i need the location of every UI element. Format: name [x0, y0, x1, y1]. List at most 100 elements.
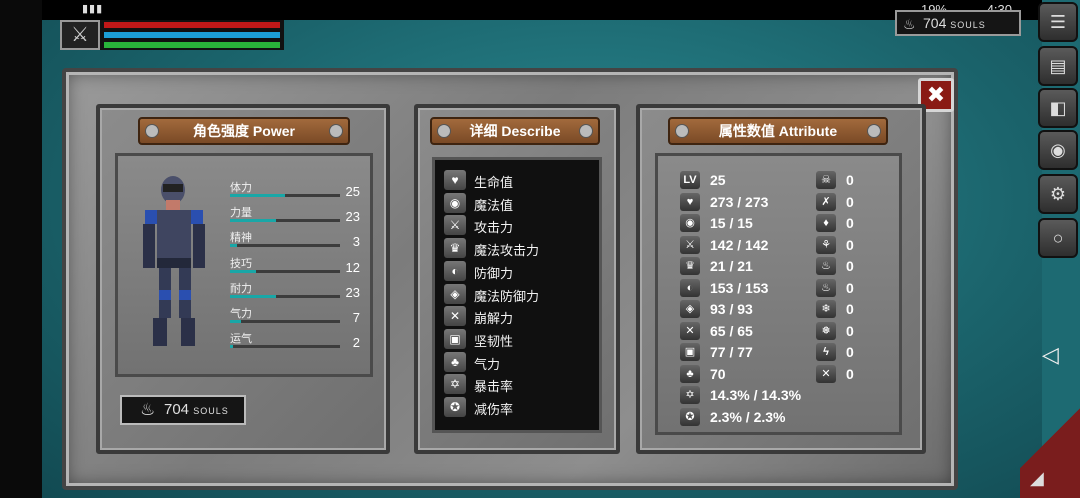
describe-title: 详细 Describe [469, 123, 561, 139]
stat-row: 耐力 23 [230, 280, 360, 302]
describe-label: 防御力 [474, 265, 514, 281]
resistance-value: 0 [846, 193, 854, 210]
health-bar [104, 22, 280, 28]
fire-icon: ♨ [816, 257, 836, 275]
equipped-weapon-icon[interactable]: ⚔ [60, 20, 100, 50]
describe-item: ◉ 魔法值 [444, 192, 594, 215]
sword-icon: ⚔ [444, 215, 466, 236]
attribute-value: 15 / 15 [710, 215, 753, 231]
resistance-item: ⚘ 0 [816, 235, 876, 256]
backpack-icon: ▤ [1049, 56, 1067, 76]
back-triangle-icon[interactable]: ◁ [1042, 342, 1059, 368]
frost-icon: ❄ [816, 300, 836, 318]
heart-icon: ♥ [444, 170, 466, 190]
bolt-icon [867, 124, 881, 138]
helmet-icon: ▣ [444, 328, 466, 349]
armor-icon: ◧ [1049, 98, 1067, 118]
stat-value: 3 [352, 234, 360, 250]
menu-list-button[interactable]: ☰ [1038, 2, 1078, 42]
stat-bar [230, 294, 340, 298]
flame-icon: ♨ [903, 16, 916, 32]
bolt-icon [145, 124, 159, 138]
resistance-value: 0 [846, 215, 854, 231]
resistance-item: ♨ 0 [816, 278, 876, 299]
bolt-icon [329, 124, 343, 138]
settings-button[interactable]: ⚙ [1038, 174, 1078, 214]
describe-item: ✕ 崩解力 [444, 306, 594, 328]
attribute-item: ◉ 15 / 15 [680, 214, 820, 234]
stat-label: 力量 [230, 207, 252, 220]
stamina-bar [104, 42, 280, 48]
crossbones-icon: ✗ [816, 192, 836, 211]
describe-item: ◐ 防御力 [444, 260, 594, 283]
attribute-item: LV 25 [680, 171, 820, 191]
search-button[interactable]: ○ [1038, 218, 1078, 258]
stat-bar-fill [230, 320, 241, 323]
bolt-icon [437, 124, 451, 138]
resistance-value: 0 [846, 344, 854, 360]
mana-icon: ◉ [680, 214, 700, 232]
stat-bar [230, 345, 340, 349]
describe-label: 暴击率 [474, 379, 514, 395]
describe-label: 崩解力 [474, 311, 514, 327]
view-button[interactable]: ◉ [1038, 130, 1078, 170]
attribute-title: 属性数值 Attribute [718, 123, 838, 139]
attribute-item: ♣ 70 [680, 364, 820, 385]
resistance-item: ☠ 0 [816, 171, 876, 191]
attribute-value: 25 [710, 172, 726, 188]
stat-bar [230, 194, 340, 197]
stat-row: 气力 7 [230, 305, 360, 327]
skull-icon: ☠ [816, 171, 836, 189]
screen-edge [0, 0, 42, 498]
attribute-item: ♛ 21 / 21 [680, 257, 820, 277]
attribute-value: 142 / 142 [710, 236, 769, 253]
magic-shield-icon: ◈ [444, 283, 466, 304]
stat-row: 技巧 12 [230, 255, 360, 277]
equipment-button[interactable]: ◧ [1038, 88, 1078, 128]
inventory-button[interactable]: ▤ [1038, 46, 1078, 86]
attribute-item: ✕ 65 / 65 [680, 321, 820, 342]
describe-label: 魔法防御力 [474, 288, 540, 304]
resistance-value: 0 [846, 301, 854, 317]
attribute-item: ▣ 77 / 77 [680, 343, 820, 363]
hud-souls-unit: SOULS [950, 20, 986, 30]
search-icon: ○ [1052, 228, 1064, 248]
resistance-value: 0 [846, 279, 854, 296]
stat-bar-fill [230, 294, 277, 298]
attribute-value: 2.3% / 2.3% [710, 408, 786, 425]
attribute-item: ♥ 273 / 273 [680, 192, 820, 213]
describe-label: 生命值 [474, 175, 514, 190]
attribute-value: 77 / 77 [710, 344, 753, 360]
damage-reduction-icon: ✪ [680, 407, 700, 426]
lightning-icon: ϟ [816, 343, 836, 361]
describe-label: 魔法攻击力 [474, 243, 540, 259]
status-bar: ▮▮▮ 19% 4:30 [42, 0, 1042, 20]
stat-bar [230, 219, 340, 223]
attribute-value: 273 / 273 [710, 193, 769, 210]
attribute-item: ⚔ 142 / 142 [680, 235, 820, 256]
lungs-icon: ♣ [680, 364, 700, 383]
stat-label: 技巧 [230, 257, 252, 270]
describe-label: 坚韧性 [474, 333, 514, 349]
souls-unit: SOULS [193, 406, 229, 416]
shield-icon: ◐ [680, 278, 700, 297]
magic-shield-icon: ◈ [680, 300, 700, 318]
break-icon: ✕ [680, 321, 700, 340]
vitals-bars [100, 20, 284, 50]
describe-label: 攻击力 [474, 220, 514, 236]
hud-souls-counter: ♨ 704 SOULS [895, 10, 1021, 36]
describe-title-plank: 详细 Describe [430, 117, 600, 145]
signal-icon: ▮▮▮ [82, 3, 104, 15]
resistance-item: ❄ 0 [816, 300, 876, 320]
describe-item: ⚔ 攻击力 [444, 215, 594, 237]
stat-label: 精神 [230, 232, 252, 245]
attribute-item: ◈ 93 / 93 [680, 300, 820, 320]
resistance-value: 0 [846, 236, 854, 253]
attribute-value: 21 / 21 [710, 258, 753, 274]
attribute-value: 65 / 65 [710, 322, 753, 339]
resize-icon[interactable]: ◢ [1030, 468, 1044, 489]
resistance-item: ✕ 0 [816, 364, 876, 385]
describe-item: ♥ 生命值 [444, 170, 594, 192]
souls-value: 704 [164, 401, 190, 418]
break-icon: ✕ [444, 306, 466, 327]
